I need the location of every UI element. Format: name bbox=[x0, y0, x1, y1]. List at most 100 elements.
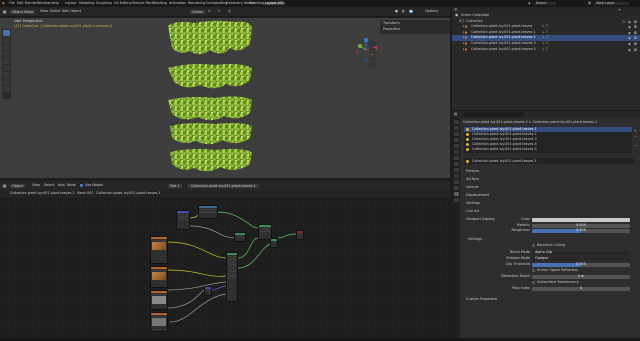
backface-checkbox[interactable] bbox=[532, 244, 535, 247]
material-slot-list[interactable]: Collection.plant.ivy.001.plant.leaves.1 … bbox=[464, 127, 632, 153]
npanel-transform[interactable]: Transform bbox=[383, 21, 400, 25]
refraction-depth-field[interactable]: 0 m bbox=[532, 274, 630, 279]
node-normal-map[interactable] bbox=[204, 286, 212, 296]
pan-hand-icon[interactable] bbox=[369, 48, 376, 54]
viewport-menu-object[interactable]: Object bbox=[70, 9, 81, 13]
ssr-checkbox[interactable] bbox=[532, 269, 535, 272]
add-slot-icon[interactable]: + bbox=[634, 129, 637, 133]
node-material-output[interactable] bbox=[296, 230, 304, 240]
node-menu-select[interactable]: Select bbox=[44, 183, 54, 187]
node-editor-type-icon[interactable]: ▦ bbox=[2, 184, 8, 189]
menu-render[interactable]: Render bbox=[25, 1, 37, 5]
grid-icon[interactable] bbox=[369, 62, 376, 68]
viewport-3d[interactable]: User Perspective (17) Collection | Colle… bbox=[0, 18, 450, 178]
material-tab-icon[interactable] bbox=[453, 192, 459, 196]
menu-window[interactable]: Window bbox=[37, 1, 50, 5]
transform-icon[interactable] bbox=[3, 65, 10, 71]
outliner[interactable]: ▣ Scene Collection ▾▢ Collection ☑ ◉ ◘ ▸… bbox=[452, 13, 640, 110]
blend-mode-select[interactable]: Alpha Clip bbox=[532, 250, 630, 255]
menu-help[interactable]: Help bbox=[51, 1, 59, 5]
shading-rendered-icon[interactable]: ◉ bbox=[409, 9, 413, 14]
world-tab-icon[interactable] bbox=[453, 150, 459, 154]
texture-tab-icon[interactable] bbox=[453, 198, 459, 202]
node-transparent-bsdf[interactable] bbox=[234, 232, 246, 242]
eye-icon[interactable]: ◉ bbox=[628, 31, 631, 35]
options-button[interactable]: Options bbox=[425, 9, 438, 13]
camera-render-icon[interactable]: ◘ bbox=[634, 48, 637, 52]
shader-type-selector[interactable]: Object bbox=[10, 184, 26, 189]
viewport-menu-add[interactable]: Add bbox=[62, 9, 69, 13]
physics-tab-icon[interactable] bbox=[453, 174, 459, 178]
eye-icon[interactable]: ◉ bbox=[628, 36, 631, 40]
viewport-menu-select[interactable]: Select bbox=[50, 9, 60, 13]
node-mix-shader-2[interactable] bbox=[270, 238, 278, 248]
node-image-texture-2[interactable] bbox=[150, 266, 168, 288]
remove-slot-icon[interactable]: − bbox=[634, 135, 637, 139]
node-menu-view[interactable]: View bbox=[32, 183, 40, 187]
node-menu-add[interactable]: Add bbox=[58, 183, 65, 187]
editor-type-icon[interactable]: ▣ bbox=[2, 10, 8, 15]
particles-tab-icon[interactable] bbox=[453, 168, 459, 172]
tab-uv-editing[interactable]: UV Editing bbox=[113, 1, 133, 5]
tab-rendering[interactable]: Rendering bbox=[187, 1, 206, 5]
cursor-icon[interactable] bbox=[3, 37, 10, 43]
add-cube-icon[interactable] bbox=[3, 86, 10, 92]
eye-icon[interactable]: ◉ bbox=[628, 48, 631, 52]
annotate-icon[interactable] bbox=[3, 72, 10, 78]
select-box-icon[interactable] bbox=[3, 30, 10, 36]
checkbox-icon[interactable]: ☑ bbox=[622, 20, 625, 24]
settings-subpanel-title[interactable]: Settings bbox=[468, 237, 482, 241]
shadow-mode-select[interactable]: Opaque bbox=[532, 256, 630, 261]
material-slot-item[interactable]: Collection.plant.ivy.001.plant.leaves.5 bbox=[464, 147, 632, 152]
clip-threshold-field[interactable]: 0.500 bbox=[532, 262, 630, 267]
menu-file[interactable]: File bbox=[9, 1, 15, 5]
menu-edit[interactable]: Edit bbox=[17, 1, 24, 5]
node-image-texture-3[interactable] bbox=[150, 290, 168, 310]
measure-icon[interactable] bbox=[3, 79, 10, 85]
use-nodes-checkbox[interactable] bbox=[80, 184, 83, 187]
tab-scripting[interactable]: Scripting bbox=[248, 1, 265, 5]
material-name[interactable]: Collection.plant.ivy.001.plant.leaves.1 bbox=[472, 159, 537, 163]
roughness-field[interactable]: 0.500 bbox=[532, 228, 630, 233]
tab-modeling[interactable]: Modeling bbox=[78, 1, 95, 5]
material-datablock[interactable]: Collection.plant.ivy.001.plant.leaves.1 bbox=[464, 158, 634, 164]
tab-shading[interactable]: Shading bbox=[152, 1, 168, 5]
zoom-icon[interactable] bbox=[369, 41, 376, 47]
viewport-color-field[interactable] bbox=[532, 217, 630, 222]
eye-icon[interactable]: ◉ bbox=[628, 25, 631, 29]
tab-animation[interactable]: Animation bbox=[168, 1, 187, 5]
tool-tab-icon[interactable] bbox=[453, 120, 459, 124]
camera-render-icon[interactable]: ◘ bbox=[634, 20, 637, 24]
sss-checkbox[interactable] bbox=[532, 281, 535, 284]
camera-render-icon[interactable]: ◘ bbox=[634, 36, 637, 40]
filter-icon[interactable]: ⏷ bbox=[618, 8, 621, 12]
modifier-tab-icon[interactable] bbox=[453, 162, 459, 166]
material-selector[interactable]: Collection.plant.ivy.001.plant.leaves.1 bbox=[188, 184, 259, 189]
rotate-icon[interactable] bbox=[3, 51, 10, 57]
view-layer-tab-icon[interactable] bbox=[453, 138, 459, 142]
properties-type-icon[interactable]: ▤ bbox=[454, 112, 457, 116]
scene-tab-icon[interactable] bbox=[453, 144, 459, 148]
blender-logo-icon[interactable]: ◆ bbox=[2, 1, 5, 5]
metallic-field[interactable]: 0.000 bbox=[532, 223, 630, 228]
camera-icon[interactable] bbox=[369, 55, 376, 61]
slot-menu-icon[interactable]: ⌄ bbox=[634, 143, 637, 147]
eye-icon[interactable]: ◉ bbox=[628, 42, 631, 46]
shading-solid-icon[interactable]: ● bbox=[395, 9, 398, 13]
node-image-texture-1[interactable] bbox=[150, 236, 168, 264]
viewport-menu-view[interactable]: View bbox=[40, 9, 48, 13]
scale-icon[interactable] bbox=[3, 58, 10, 64]
data-tab-icon[interactable] bbox=[453, 186, 459, 190]
pivot-icon[interactable]: ⊙ bbox=[208, 9, 211, 13]
node-mix[interactable] bbox=[198, 205, 218, 219]
node-principled-bsdf[interactable] bbox=[226, 252, 238, 302]
tab-layout[interactable]: Layout bbox=[64, 1, 78, 5]
move-icon[interactable] bbox=[3, 44, 10, 50]
slot-selector[interactable]: Slot 1 bbox=[168, 184, 182, 189]
constraints-tab-icon[interactable] bbox=[453, 180, 459, 184]
scene-selector[interactable]: Scene bbox=[534, 1, 557, 6]
camera-render-icon[interactable]: ◘ bbox=[634, 42, 637, 46]
camera-render-icon[interactable]: ◘ bbox=[634, 25, 637, 29]
node-image-texture-4[interactable] bbox=[150, 312, 168, 332]
node-editor-canvas[interactable] bbox=[0, 198, 450, 338]
